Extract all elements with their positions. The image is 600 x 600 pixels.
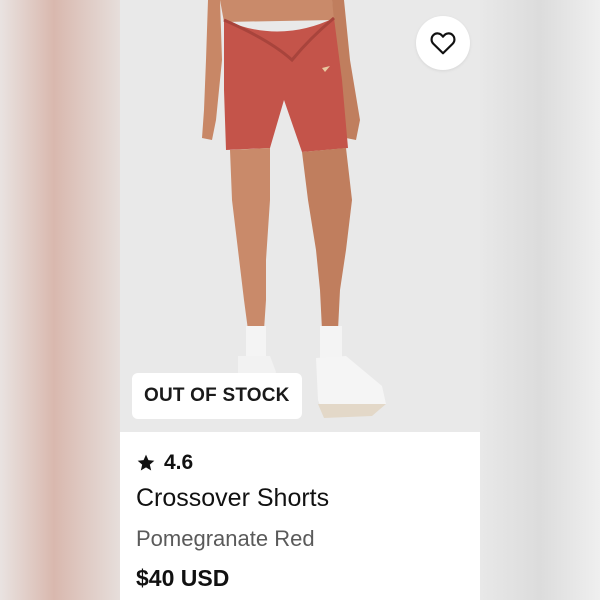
wishlist-button[interactable] — [416, 16, 470, 70]
blurred-backdrop-right — [480, 0, 600, 600]
rating-value: 4.6 — [164, 451, 194, 474]
product-photo — [120, 0, 480, 432]
star-icon — [137, 454, 155, 471]
out-of-stock-badge: OUT OF STOCK — [132, 373, 302, 419]
blurred-backdrop-left — [0, 0, 120, 600]
product-card[interactable]: OUT OF STOCK 4.6 Crossover Shorts Pomegr… — [120, 0, 480, 600]
product-name[interactable]: Crossover Shorts — [136, 484, 329, 513]
product-image[interactable]: OUT OF STOCK — [120, 0, 480, 432]
product-color: Pomegranate Red — [136, 526, 315, 551]
heart-outline-icon — [430, 32, 456, 55]
rating: 4.6 — [136, 450, 193, 476]
product-price: $40 USD — [136, 565, 230, 591]
product-info[interactable]: 4.6 Crossover Shorts Pomegranate Red $40… — [120, 432, 480, 600]
